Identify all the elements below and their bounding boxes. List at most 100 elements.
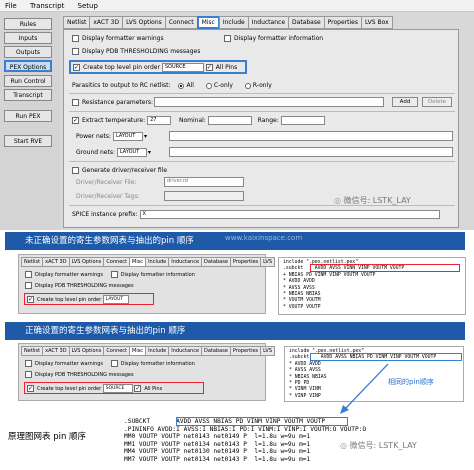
tab-inductance[interactable]: Inductance [247,16,290,29]
spice-prefix-label: SPICE instance prefix: [72,211,138,218]
mini-label: Display PDB THRESHOLDING messages [35,372,134,378]
resistance-input[interactable] [154,97,384,107]
chevron-down-icon[interactable]: ▾ [144,133,147,140]
netlist-line: * VOUTP VOUTP [283,304,321,310]
mini-checkbox: ✓ [27,385,34,392]
display-info-label: Display formatter information [234,35,324,42]
create-top-level-label: Create top level pin order [83,64,160,71]
power-nets-label: Power nets: [76,133,112,140]
display-info-checkbox[interactable] [224,35,231,42]
mini-tab: Connect [103,257,130,267]
driver-tags-label: Driver/Receiver Tags: [76,193,140,200]
schematic-label: 原理图网表 pin 顺序 [8,432,87,442]
power-nets-source[interactable]: LAYOUT [112,132,143,141]
netlist-line: .PININFO AVDD:I AVSS:I NBIAS:I PD:I VINM… [124,425,367,433]
tab-lvs-options[interactable]: LVS Options [122,16,166,29]
tab-misc[interactable]: Misc [196,16,220,29]
spice-prefix-input[interactable]: X [139,210,440,219]
sidebar-pex-options[interactable]: PEX Options [4,60,52,72]
mini-tab: LVS [260,346,276,356]
parasitics-all-radio[interactable] [178,82,185,89]
wechat-icon: ◎ [334,196,341,205]
mini-checkbox [25,271,32,278]
menu-transcript[interactable]: Transcript [30,2,64,10]
ground-nets-source[interactable]: LAYOUT [116,148,147,157]
create-top-level-checkbox[interactable]: ✓ [73,64,80,71]
extract-temp-input[interactable]: 27 [147,116,172,125]
sidebar-run-control[interactable]: Run Control [4,75,52,87]
mini-checkbox: ✓ [134,385,142,392]
parasitics-c-only-radio[interactable] [205,82,212,89]
ground-nets-label: Ground nets: [76,149,115,156]
add-button[interactable]: Add [392,97,418,107]
nominal-input[interactable] [207,116,252,125]
mini-label: Display formatter information [120,272,195,278]
pin-order-source-select[interactable]: SOURCE [161,63,204,72]
sidebar-rules[interactable]: Rules [4,18,52,30]
mini-tab: LVS Options [68,346,105,356]
driver-file-input[interactable]: driver.rd [164,177,244,187]
watermark-text: 微信号: LSTK_LAY [343,196,411,205]
all-pins-checkbox[interactable]: ✓ [205,64,213,71]
tab-properties[interactable]: Properties [323,16,362,29]
tab-include[interactable]: Include [218,16,249,29]
display-warnings-checkbox[interactable] [72,35,79,42]
display-pdb-label: Display PDB THRESHOLDING messages [82,48,201,55]
mini-label: All Pins [144,386,163,392]
mini-tab: Inductance [168,346,203,356]
tab-lvs-box[interactable]: LVS Box [360,16,393,29]
sidebar-start-rve[interactable]: Start RVE [4,135,52,147]
power-nets-input[interactable] [169,131,453,141]
parasitics-c-only-label: C-only [213,82,233,89]
driver-tags-input[interactable] [164,191,244,201]
right-setting-title: 正确设置的寄生参数网表与抽出的pin 顺序 [5,322,465,340]
tab-database[interactable]: Database [288,16,325,29]
tab-xact3d[interactable]: xACT 3D [89,16,124,29]
extract-temp-label: Extract temperature: [82,117,146,124]
sidebar-outputs[interactable]: Outputs [4,46,52,58]
sidebar-transcript[interactable]: Transcript [4,89,52,101]
generate-driver-checkbox[interactable] [72,167,79,174]
display-pdb-checkbox[interactable] [72,48,79,55]
resistance-checkbox[interactable] [72,99,79,106]
extract-temp-checkbox[interactable]: ✓ [72,117,79,124]
mini-checkbox [110,360,118,367]
mini-tab: LVS [260,257,276,267]
sidebar-inputs[interactable]: Inputs [4,32,52,44]
mini-tab: Misc [129,346,147,356]
mini-tab-bar: Netlist xACT 3D LVS Options Connect Misc Incl… [21,257,276,267]
parasitics-r-only-radio[interactable] [244,82,251,89]
watermark: ◎ 微信号: LSTK_LAY [340,440,417,451]
tab-netlist[interactable]: Netlist [63,16,91,29]
mini-tab: Misc [129,257,147,267]
range-input[interactable] [280,116,325,125]
mini-select: SOURCE [102,384,133,393]
mini-tab: Properties [229,346,262,356]
mini-tab: Include [145,257,170,267]
parasitics-label: Parasitics to output to RC netlist: [72,82,171,89]
mini-tab: Inductance [168,257,203,267]
watermark-text: 微信号: LSTK_LAY [349,441,417,450]
tab-bar: Netlist xACT 3D LVS Options Connect Misc Incl… [63,16,393,29]
mini-tab: Properties [229,257,262,267]
ground-nets-input[interactable] [169,147,453,157]
divider [69,161,455,162]
netlist-line: MM1 VOUTP VOUTP net0134 net0143 P l=1.8u… [124,440,311,448]
mini-checkbox [25,282,32,289]
mini-checkbox [25,360,32,367]
netlist-line: MM7 VOUTP VOUTP net0134 net0143 P l=1.8u… [124,455,311,463]
sidebar-run-pex[interactable]: Run PEX [4,110,52,122]
mini-label: Display formatter warnings [35,361,104,367]
mini-tab: xACT 3D [42,346,70,356]
delete-button[interactable]: Delete [422,97,452,107]
range-label: Range: [257,117,279,124]
mini-label: Create top level pin order [37,297,102,303]
mini-tab: LVS Options [68,257,105,267]
tab-connect[interactable]: Connect [164,16,198,29]
menu-file[interactable]: File [5,2,17,10]
mini-checkbox [25,371,32,378]
menu-setup[interactable]: Setup [78,2,98,10]
chevron-down-icon[interactable]: ▾ [148,149,151,156]
resistance-label: Resistance parameters: [82,99,154,106]
pin-order-arrow [340,363,389,414]
